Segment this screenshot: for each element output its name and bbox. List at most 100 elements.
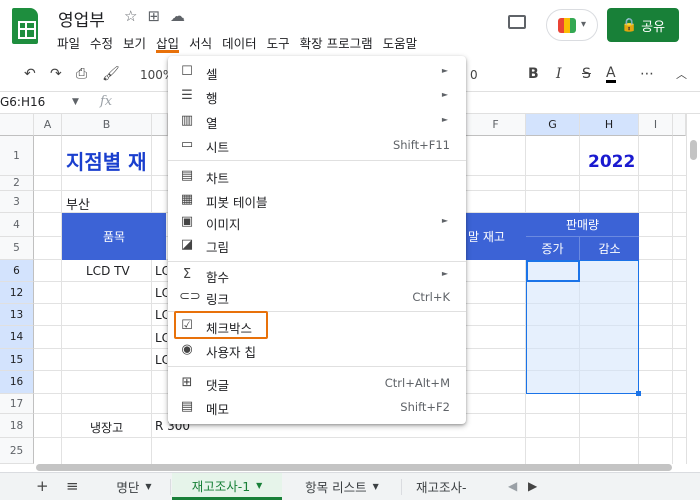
row-header-16[interactable]: 16 xyxy=(0,371,34,394)
row-header-15[interactable]: 15 xyxy=(0,349,34,371)
column-header-f[interactable]: F xyxy=(466,114,526,136)
sheets-logo-icon[interactable] xyxy=(12,8,38,44)
checkbox-highlight-annotation xyxy=(174,311,268,339)
row-header-13[interactable]: 13 xyxy=(0,304,34,326)
cloud-status-icon[interactable]: ☁ xyxy=(170,7,195,25)
menu-view[interactable]: 보기 xyxy=(123,33,146,53)
region-cell[interactable]: 부산 xyxy=(66,194,90,213)
year-cell[interactable]: 2022 xyxy=(588,152,635,172)
header-stock-cell[interactable]: 말 재고 xyxy=(466,213,526,260)
row-header-14[interactable]: 14 xyxy=(0,326,34,349)
row-header-12[interactable]: 12 xyxy=(0,282,34,304)
row-header-2[interactable]: 2 xyxy=(0,176,34,191)
column-header-h[interactable]: H xyxy=(580,114,639,136)
menu-file[interactable]: 파일 xyxy=(57,33,80,53)
row-header-1[interactable]: 1 xyxy=(0,136,34,176)
menu-extensions[interactable]: 확장 프로그램 xyxy=(300,33,373,53)
tab-inventory-2[interactable]: 재고조사- xyxy=(404,473,500,500)
tab-item-list[interactable]: 항목 리스트 ▼ xyxy=(284,473,400,500)
menu-format[interactable]: 서식 xyxy=(189,33,212,53)
undo-icon[interactable]: ↶ xyxy=(24,66,36,82)
header-decrease-cell[interactable]: 감소 xyxy=(580,237,639,260)
row-header-3[interactable]: 3 xyxy=(0,191,34,213)
pivot-table-icon: ▦ xyxy=(180,192,194,207)
select-all-corner[interactable] xyxy=(0,114,34,136)
menu-item-row[interactable]: ☰ 행 ► xyxy=(168,84,466,108)
sheet-title-cell[interactable]: 지점별 재 xyxy=(66,146,147,175)
document-title[interactable]: 영업부 xyxy=(58,6,105,31)
column-header-g[interactable]: G xyxy=(526,114,580,136)
print-icon[interactable]: ⎙ xyxy=(76,66,87,82)
menu-item-image[interactable]: ▣ 이미지 ► xyxy=(168,210,466,234)
row-header-17[interactable]: 17 xyxy=(0,394,34,414)
fill-handle[interactable] xyxy=(636,391,641,396)
menu-item-comment[interactable]: ⊞ 댓글 Ctrl+Alt+M xyxy=(168,371,466,395)
scroll-tabs-right-icon[interactable]: ▶ xyxy=(528,479,537,493)
text-color-button[interactable]: A xyxy=(606,66,616,83)
vertical-scrollbar[interactable] xyxy=(686,114,700,464)
model-cell[interactable]: LC xyxy=(155,286,167,300)
scroll-tabs-left-icon[interactable]: ◀ xyxy=(508,479,517,493)
chevron-down-icon[interactable]: ▼ xyxy=(72,97,79,107)
menu-data[interactable]: 데이터 xyxy=(222,33,257,53)
menu-item-pivot-table[interactable]: ▦ 피봇 테이블 xyxy=(168,188,466,212)
row-header-18[interactable]: 18 xyxy=(0,414,34,438)
column-header-i[interactable]: I xyxy=(639,114,673,136)
item-lcd-tv-cell[interactable]: LCD TV xyxy=(86,264,130,278)
active-cell[interactable] xyxy=(526,260,580,282)
menu-tools[interactable]: 도구 xyxy=(267,33,290,53)
header-item-cell[interactable]: 품목 xyxy=(62,213,166,260)
chevron-down-icon: ▼ xyxy=(145,482,152,491)
menu-edit[interactable]: 수정 xyxy=(90,33,113,53)
tab-inventory-1[interactable]: 재고조사-1 ▼ xyxy=(172,473,282,500)
star-icon[interactable]: ☆ xyxy=(124,7,147,25)
tab-roster[interactable]: 명단 ▼ xyxy=(98,473,170,500)
menu-insert[interactable]: 삽입 xyxy=(156,33,180,53)
item-fridge-cell[interactable]: 냉장고 xyxy=(90,419,123,436)
name-box[interactable]: G6:H16 xyxy=(0,95,45,109)
menu-item-cell[interactable]: ☐ 셀 ► xyxy=(168,60,466,84)
model-cell[interactable]: LC xyxy=(155,308,167,322)
row-header-4[interactable]: 4 xyxy=(0,213,34,237)
menu-item-column[interactable]: ▥ 열 ► xyxy=(168,109,466,133)
model-cell[interactable]: LC xyxy=(155,331,167,345)
row-header-6[interactable]: 6 xyxy=(0,260,34,282)
add-sheet-icon[interactable]: + xyxy=(36,477,49,495)
menu-item-sheet[interactable]: ▭ 시트 Shift+F11 xyxy=(168,133,466,157)
vertical-scroll-thumb[interactable] xyxy=(690,140,697,160)
horizontal-scrollbar[interactable] xyxy=(0,464,700,472)
paint-format-icon[interactable]: 🖌 xyxy=(102,66,120,82)
model-cell[interactable]: LC xyxy=(155,353,167,367)
bold-button[interactable]: B xyxy=(528,66,539,82)
comment-history-icon[interactable] xyxy=(508,15,526,29)
column-header-j[interactable] xyxy=(673,114,686,136)
header-sales-cell[interactable]: 판매량 xyxy=(526,213,639,237)
row-header-5[interactable]: 5 xyxy=(0,237,34,260)
menu-item-function[interactable]: Σ 함수 ► xyxy=(168,263,466,287)
strikethrough-button[interactable]: S xyxy=(582,66,591,82)
share-button[interactable]: 🔒 공유 xyxy=(607,8,679,42)
menu-item-people-chip[interactable]: ◉ 사용자 칩 xyxy=(168,338,466,362)
menu-help[interactable]: 도움말 xyxy=(383,33,418,53)
menu-item-note[interactable]: ▤ 메모 Shift+F2 xyxy=(168,395,466,419)
menu-item-drawing[interactable]: ◪ 그림 xyxy=(168,233,466,257)
menu-item-shortcut: Shift+F11 xyxy=(392,138,450,152)
menu-item-chart[interactable]: ▤ 차트 xyxy=(168,164,466,188)
header-increase-cell[interactable]: 증가 xyxy=(526,237,580,260)
row-header-25[interactable]: 25 xyxy=(0,438,34,464)
more-options-button[interactable]: ⋯ xyxy=(640,66,654,82)
move-folder-icon[interactable]: ⊞ xyxy=(147,7,170,25)
menu-item-shortcut: Ctrl+Alt+M xyxy=(384,376,450,390)
meet-button[interactable]: ▾ xyxy=(546,9,598,41)
font-size-field[interactable]: 0 xyxy=(470,68,478,82)
menu-item-link[interactable]: ⊂⊃ 링크 Ctrl+K xyxy=(168,285,466,309)
column-header-b[interactable]: B xyxy=(62,114,152,136)
all-sheets-icon[interactable]: ≡ xyxy=(66,477,79,495)
model-cell[interactable]: LC xyxy=(155,264,167,278)
column-header-a[interactable]: A xyxy=(34,114,62,136)
column-header-c[interactable] xyxy=(152,114,168,136)
italic-button[interactable]: I xyxy=(556,66,562,82)
horizontal-scroll-thumb[interactable] xyxy=(36,464,672,471)
chevron-up-icon[interactable]: ︿ xyxy=(676,66,687,82)
redo-icon[interactable]: ↷ xyxy=(50,66,62,82)
